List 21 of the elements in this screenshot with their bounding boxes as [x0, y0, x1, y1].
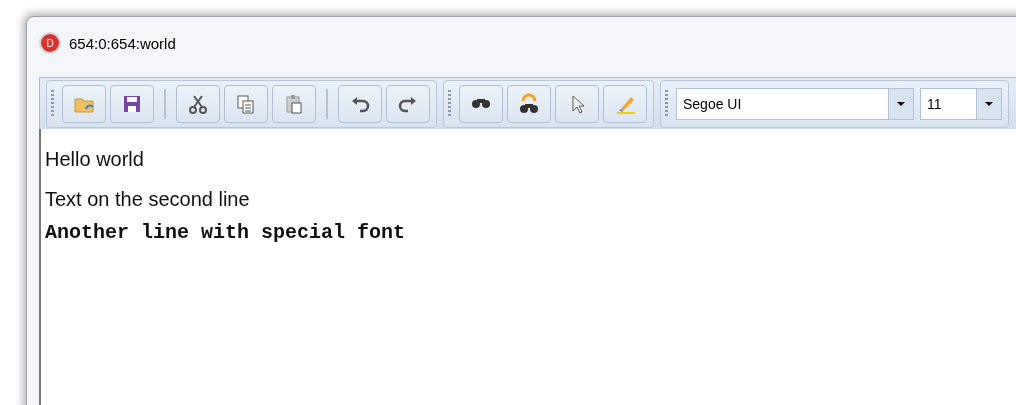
- toolbar-grip[interactable]: [51, 89, 54, 118]
- toolbar-button[interactable]: [507, 84, 551, 123]
- toolbar-button[interactable]: [110, 84, 154, 123]
- text-line: Another line with special font: [45, 220, 407, 246]
- toolbar-button[interactable]: [338, 84, 382, 123]
- caret-icon: [897, 101, 905, 106]
- toolbar-grip[interactable]: [448, 89, 451, 118]
- text-editor[interactable]: Hello world Text on the second line Another line with special font: [39, 129, 1016, 405]
- binoculars-icon: [471, 98, 491, 109]
- font-combo[interactable]: Segoe UI: [676, 87, 914, 120]
- text-line: Hello world: [45, 147, 145, 172]
- text-line: Text on the second line: [45, 187, 251, 212]
- window-title: 654:0:654:world: [69, 34, 176, 52]
- caret-icon: [985, 101, 993, 106]
- app-icon: D: [41, 34, 59, 52]
- binoculars-arrow-icon: [517, 91, 541, 116]
- toolbar-button[interactable]: [176, 84, 220, 123]
- toolbar-button[interactable]: [386, 84, 430, 123]
- size-combo[interactable]: 11: [920, 87, 1002, 120]
- toolbar-button[interactable]: [459, 84, 503, 123]
- toolbar-grip[interactable]: [665, 89, 668, 118]
